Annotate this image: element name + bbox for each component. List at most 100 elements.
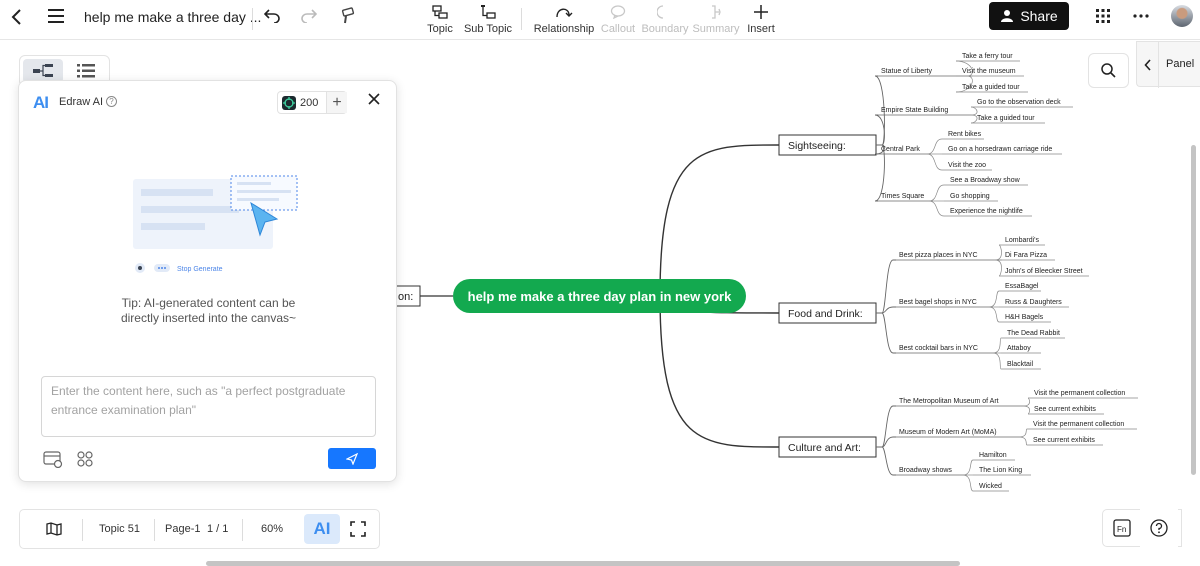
credits-value: 200 <box>300 97 319 109</box>
topic-label[interactable]: Times Square <box>881 193 924 200</box>
stop-generate-label: Stop Generate <box>177 266 223 273</box>
help-icon[interactable]: ? <box>106 96 117 107</box>
help-button[interactable] <box>1140 509 1178 547</box>
vertical-scrollbar[interactable] <box>1191 145 1196 475</box>
subtopic-connector <box>988 290 1000 308</box>
subtopic-label[interactable]: Take a ferry tour <box>962 53 1013 60</box>
plus-icon <box>754 5 768 19</box>
map-icon[interactable] <box>46 510 62 548</box>
subtopic-label[interactable]: Visit the museum <box>962 68 1016 75</box>
subtopic-label[interactable]: Go shopping <box>950 193 990 200</box>
subtopic-icon <box>481 5 496 19</box>
horizontal-scrollbar[interactable] <box>206 561 960 566</box>
back-icon[interactable] <box>8 8 26 26</box>
ai-tip-text: Tip: AI-generated content can be directl… <box>120 296 297 325</box>
subtopic-label[interactable]: Hamilton <box>979 452 1007 459</box>
subtopic-label[interactable]: Go to the observation deck <box>977 99 1061 106</box>
topic-label[interactable]: Museum of Modern Art (MoMA) <box>899 429 997 436</box>
template-icon[interactable] <box>76 451 94 473</box>
subtopic-label[interactable]: Visit the permanent collection <box>1034 390 1125 397</box>
topic-label[interactable]: Empire State Building <box>881 107 948 114</box>
prompt-file-icon[interactable] <box>43 451 63 473</box>
subtopic-label[interactable]: Attaboy <box>1007 345 1031 352</box>
left-branch-label[interactable]: on: <box>398 291 413 303</box>
topic-label[interactable]: Broadway shows <box>899 467 952 474</box>
topic-label[interactable]: The Metropolitan Museum of Art <box>899 398 999 405</box>
avatar[interactable] <box>1171 5 1193 27</box>
ai-prompt-input[interactable]: Enter the content here, such as "a perfe… <box>41 376 376 437</box>
zoom-level[interactable]: 60% <box>261 510 283 548</box>
topic-connector <box>876 436 896 448</box>
apps-grid-icon[interactable] <box>1095 8 1111 24</box>
subtopic-label[interactable]: Di Fara Pizza <box>1005 252 1047 259</box>
subtopic-label[interactable]: Lombardi's <box>1005 237 1040 244</box>
subtopic-label[interactable]: Blacktail <box>1007 361 1034 368</box>
ai-toggle-button[interactable]: AI <box>304 514 340 544</box>
mindmap-view-icon <box>33 64 53 77</box>
outline-view-icon <box>77 64 95 78</box>
subtopic-label[interactable]: The Lion King <box>979 467 1022 474</box>
branch-label[interactable]: Food and Drink: <box>788 308 863 320</box>
subtopic-connector <box>928 184 945 202</box>
fullscreen-icon[interactable] <box>350 510 366 548</box>
divider <box>154 519 155 541</box>
subtopic-label[interactable]: Experience the nightlife <box>950 208 1023 215</box>
central-topic-label[interactable]: help me make a three day plan in new yor… <box>468 289 732 304</box>
send-button[interactable] <box>328 448 376 469</box>
add-credits-button[interactable]: + <box>326 92 347 113</box>
subtopic-label[interactable]: See a Broadway show <box>950 177 1021 184</box>
subtopic-label[interactable]: Rent bikes <box>948 131 982 138</box>
close-icon[interactable] <box>368 92 382 106</box>
subtopic-label[interactable]: Visit the zoo <box>948 162 986 169</box>
topic-icon <box>432 5 448 19</box>
subtopic-connector <box>988 306 1000 323</box>
topic-tool[interactable]: Topic <box>426 0 454 40</box>
branch-label[interactable]: Sightseeing: <box>788 140 846 152</box>
share-button[interactable]: Share <box>989 2 1069 30</box>
subtopic-label[interactable]: The Dead Rabbit <box>1007 330 1060 337</box>
subtopic-connector <box>928 200 945 217</box>
page-selector[interactable]: Page-1 <box>165 510 200 548</box>
topic-label[interactable]: Best pizza places in NYC <box>899 252 978 259</box>
subtopic-label[interactable]: See current exhibits <box>1033 437 1095 444</box>
topic-label[interactable]: Best cocktail bars in NYC <box>899 345 978 352</box>
subtopic-label[interactable]: Wicked <box>979 483 1002 490</box>
subtopic-label[interactable]: See current exhibits <box>1034 406 1096 413</box>
subtopic-label[interactable]: Go on a horsedrawn carriage ride <box>948 146 1052 153</box>
callout-tool[interactable]: Callout <box>600 0 636 40</box>
divider <box>82 519 83 541</box>
subtopic-label[interactable]: Visit the permanent collection <box>1033 421 1124 428</box>
subtopic-label[interactable]: John's of Bleecker Street <box>1005 268 1083 275</box>
subtopic-label[interactable]: Take a guided tour <box>962 84 1020 91</box>
subtopic-connector <box>970 106 978 116</box>
subtopic-label[interactable]: H&H Bagels <box>1005 314 1044 321</box>
relationship-tool[interactable]: Relationship <box>532 0 596 40</box>
subtopic-label[interactable]: Russ & Daughters <box>1005 299 1062 306</box>
question-icon <box>1150 519 1168 537</box>
branch-label[interactable]: Culture and Art: <box>788 442 861 454</box>
subtopic-label[interactable]: EssaBagel <box>1005 283 1039 290</box>
document-title[interactable]: help me make a three day ... <box>84 9 261 25</box>
divider <box>1158 42 1159 88</box>
menu-icon[interactable] <box>46 7 66 25</box>
credits-icon <box>282 96 296 110</box>
subtopic-label[interactable]: Take a guided tour <box>977 115 1035 122</box>
credits-box: 200 + <box>277 91 347 114</box>
redo-icon[interactable] <box>299 6 319 26</box>
boundary-tool[interactable]: Boundary <box>641 0 689 40</box>
subtopic-tool[interactable]: Sub Topic <box>462 0 514 40</box>
subtopic-connector <box>962 474 974 492</box>
topic-connector <box>876 306 896 314</box>
search-button[interactable] <box>1088 53 1129 88</box>
panel-toggle[interactable]: Panel <box>1136 41 1200 88</box>
summary-tool[interactable]: Summary <box>692 0 740 40</box>
format-painter-icon[interactable] <box>338 6 358 26</box>
undo-icon[interactable] <box>262 6 282 26</box>
ai-panel-title: Edraw AI <box>59 96 104 108</box>
topic-label[interactable]: Best bagel shops in NYC <box>899 299 977 306</box>
subtopic-connector <box>994 244 1002 261</box>
insert-tool[interactable]: Insert <box>745 0 777 40</box>
topic-label[interactable]: Central Park <box>881 146 920 153</box>
more-icon[interactable] <box>1132 8 1150 24</box>
topic-label[interactable]: Statue of Liberty <box>881 68 932 75</box>
